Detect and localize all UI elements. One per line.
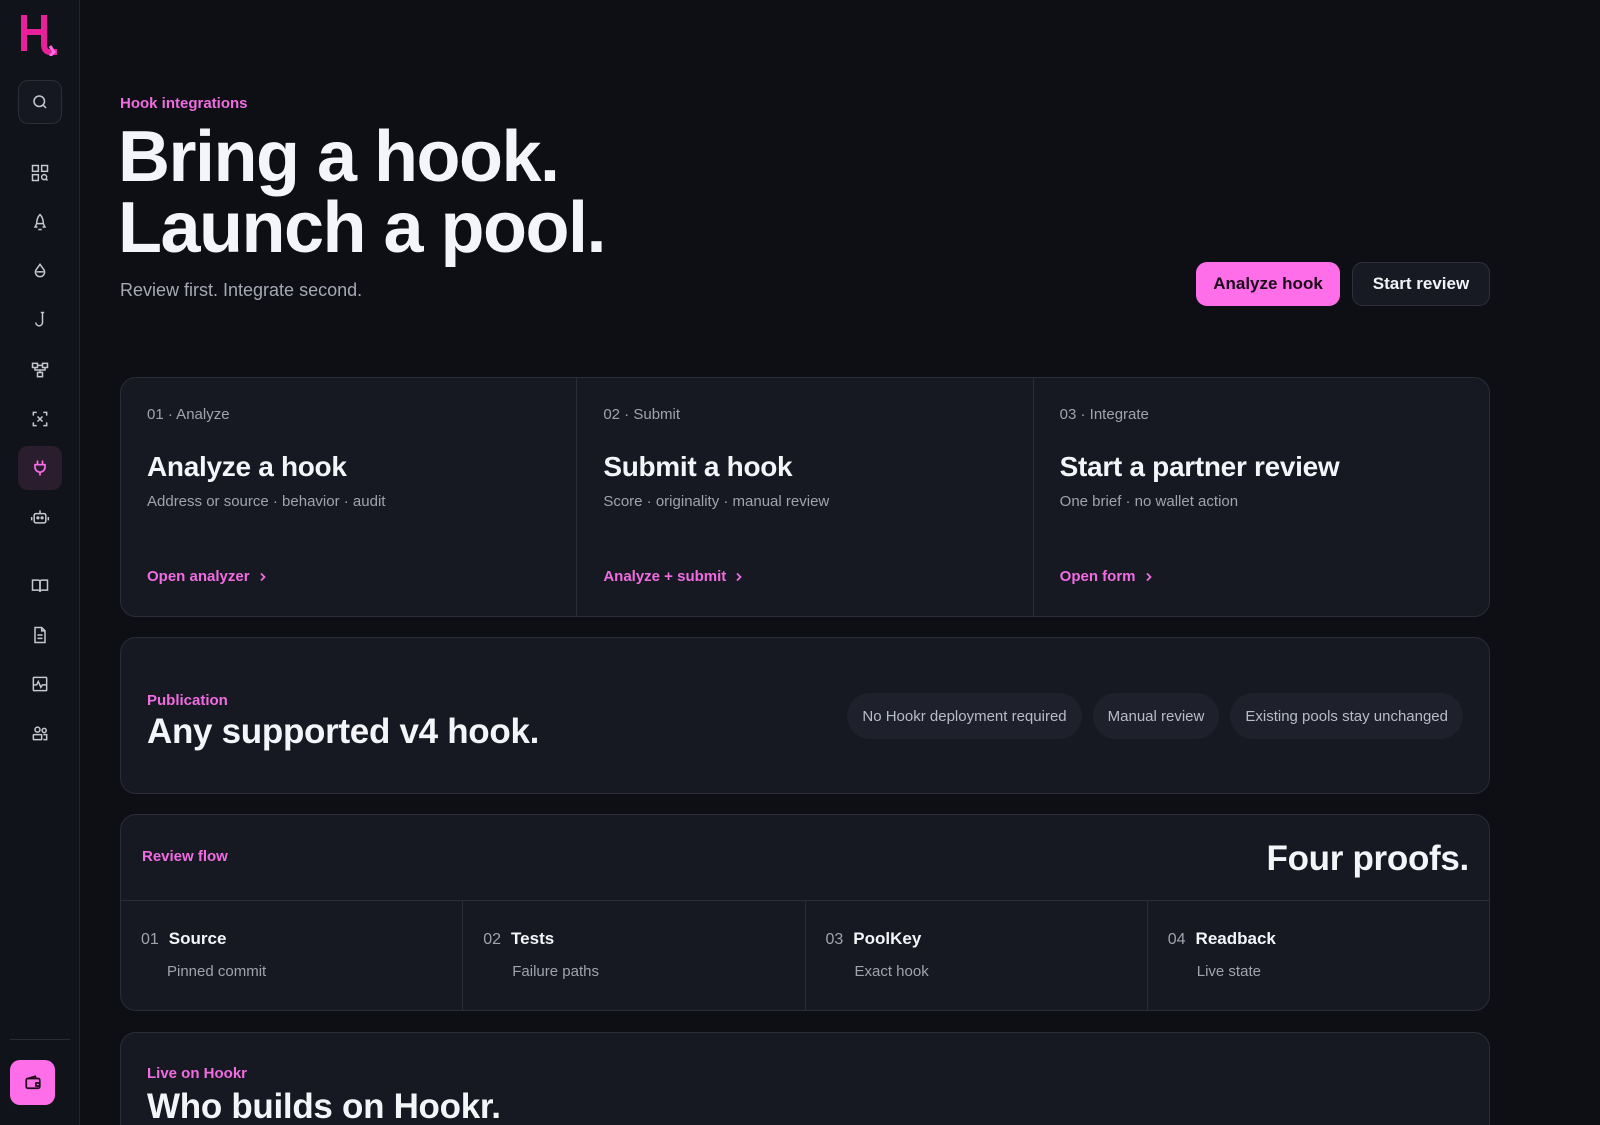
rocket-icon bbox=[33, 213, 47, 231]
flow-step-readback: 04 Readback Live state bbox=[1146, 901, 1489, 1010]
live-title: Who builds on Hookr. bbox=[147, 1087, 501, 1125]
step-kicker: 01 · Analyze bbox=[147, 406, 230, 423]
open-analyzer-link[interactable]: Open analyzer bbox=[147, 568, 268, 585]
sidebar-item-liquidity[interactable] bbox=[18, 249, 62, 293]
wallet-button[interactable] bbox=[10, 1060, 55, 1105]
chip-pools-unchanged: Existing pools stay unchanged bbox=[1230, 693, 1463, 739]
step-analyze: 01 · Analyze Analyze a hook Address or s… bbox=[121, 378, 576, 616]
wallet-icon bbox=[24, 1074, 41, 1089]
hookr-logo[interactable] bbox=[20, 14, 60, 58]
flow-step-number: 01 bbox=[141, 931, 159, 948]
book-icon bbox=[31, 579, 49, 592]
flow-step-tests: 02 Tests Failure paths bbox=[462, 901, 804, 1010]
sidebar-divider bbox=[10, 1039, 70, 1040]
step-link-label: Open analyzer bbox=[147, 568, 250, 585]
sidebar-item-activity[interactable] bbox=[18, 662, 62, 706]
review-flow-card: Review flow Four proofs. 01 Source Pinne… bbox=[120, 814, 1490, 1011]
hero-eyebrow: Hook integrations bbox=[120, 95, 248, 112]
document-icon bbox=[34, 626, 46, 644]
step-description: Score · originality · manual review bbox=[603, 493, 830, 510]
sidebar-item-network[interactable] bbox=[18, 348, 62, 392]
live-eyebrow: Live on Hookr bbox=[147, 1065, 248, 1082]
flow-step-number: 02 bbox=[483, 931, 502, 948]
sidebar-item-explore[interactable] bbox=[18, 151, 62, 195]
publication-card: Publication Any supported v4 hook. No Ho… bbox=[120, 637, 1490, 794]
step-link-label: Open form bbox=[1059, 568, 1136, 585]
flow-step-detail: Pinned commit bbox=[167, 963, 267, 980]
network-icon bbox=[31, 362, 49, 378]
droplet-icon bbox=[34, 263, 46, 278]
flow-step-number: 04 bbox=[1167, 931, 1186, 948]
plug-icon bbox=[34, 460, 46, 476]
flow-step-name: Tests bbox=[511, 929, 555, 948]
step-integrate: 03 · Integrate Start a partner review On… bbox=[1032, 378, 1489, 616]
steps-card: 01 · Analyze Analyze a hook Address or s… bbox=[120, 377, 1490, 617]
review-flow-title: Four proofs. bbox=[1266, 839, 1470, 878]
flow-step-detail: Exact hook bbox=[854, 963, 929, 980]
sidebar-item-scan[interactable] bbox=[18, 397, 62, 441]
search-icon bbox=[33, 95, 47, 109]
open-form-link[interactable]: Open form bbox=[1060, 568, 1154, 585]
flow-step-name: Readback bbox=[1195, 929, 1276, 948]
sidebar-item-team[interactable] bbox=[18, 711, 62, 755]
publication-eyebrow: Publication bbox=[147, 692, 228, 709]
sidebar-item-hooks[interactable] bbox=[18, 298, 62, 342]
chevron-right-icon bbox=[1145, 572, 1152, 581]
hero-subtitle: Review first. Integrate second. bbox=[120, 280, 363, 300]
review-flow-eyebrow: Review flow bbox=[142, 848, 228, 865]
hero-title-line-2: Launch a pool. bbox=[118, 188, 607, 268]
step-title: Submit a hook bbox=[603, 451, 793, 482]
sidebar-item-docs[interactable] bbox=[18, 564, 62, 608]
flow-step-poolkey: 03 PoolKey Exact hook bbox=[804, 901, 1147, 1010]
step-description: Address or source · behavior · audit bbox=[147, 493, 386, 510]
step-description: One brief · no wallet action bbox=[1059, 493, 1239, 510]
publication-title: Any supported v4 hook. bbox=[147, 712, 540, 751]
grid-search-icon bbox=[31, 164, 49, 182]
flow-step-name: Source bbox=[168, 929, 227, 948]
flow-step-name: PoolKey bbox=[853, 929, 922, 948]
step-title: Analyze a hook bbox=[147, 451, 347, 482]
flow-step-detail: Failure paths bbox=[512, 963, 599, 980]
hero-title: Bring a hook. Launch a pool. bbox=[118, 117, 818, 268]
review-flow-steps: 01 Source Pinned commit 02 Tests Failure… bbox=[121, 900, 1489, 1010]
flow-step-number: 03 bbox=[825, 931, 844, 948]
publication-chips: No Hookr deployment required Manual revi… bbox=[847, 693, 1463, 739]
chevron-right-icon bbox=[736, 572, 743, 581]
chip-no-deployment: No Hookr deployment required bbox=[847, 693, 1082, 739]
scan-icon bbox=[32, 411, 48, 427]
live-card: Live on Hookr Who builds on Hookr. bbox=[120, 1032, 1490, 1125]
step-link-label: Analyze + submit bbox=[603, 568, 727, 585]
search-button[interactable] bbox=[18, 80, 62, 124]
analyze-hook-button[interactable]: Analyze hook bbox=[1196, 262, 1340, 306]
robot-icon bbox=[30, 510, 50, 524]
hook-icon bbox=[35, 311, 45, 327]
users-icon bbox=[32, 726, 48, 741]
hero-title-line-1: Bring a hook. bbox=[118, 117, 560, 197]
chevron-right-icon bbox=[259, 572, 266, 581]
sidebar bbox=[0, 0, 80, 1125]
analyze-submit-link[interactable]: Analyze + submit bbox=[603, 568, 744, 585]
step-title: Start a partner review bbox=[1059, 451, 1340, 482]
chip-manual-review: Manual review bbox=[1092, 693, 1220, 739]
step-submit: 02 · Submit Submit a hook Score · origin… bbox=[576, 378, 1032, 616]
sidebar-item-launch[interactable] bbox=[18, 200, 62, 244]
step-kicker: 02 · Submit bbox=[603, 406, 681, 423]
flow-step-source: 01 Source Pinned commit bbox=[121, 901, 462, 1010]
flow-step-detail: Live state bbox=[1196, 963, 1261, 980]
sidebar-item-reports[interactable] bbox=[18, 613, 62, 657]
activity-icon bbox=[32, 676, 48, 692]
sidebar-item-integrations[interactable] bbox=[18, 446, 62, 490]
start-review-button[interactable]: Start review bbox=[1352, 262, 1490, 306]
sidebar-item-agents[interactable] bbox=[18, 495, 62, 539]
step-kicker: 03 · Integrate bbox=[1059, 406, 1149, 423]
